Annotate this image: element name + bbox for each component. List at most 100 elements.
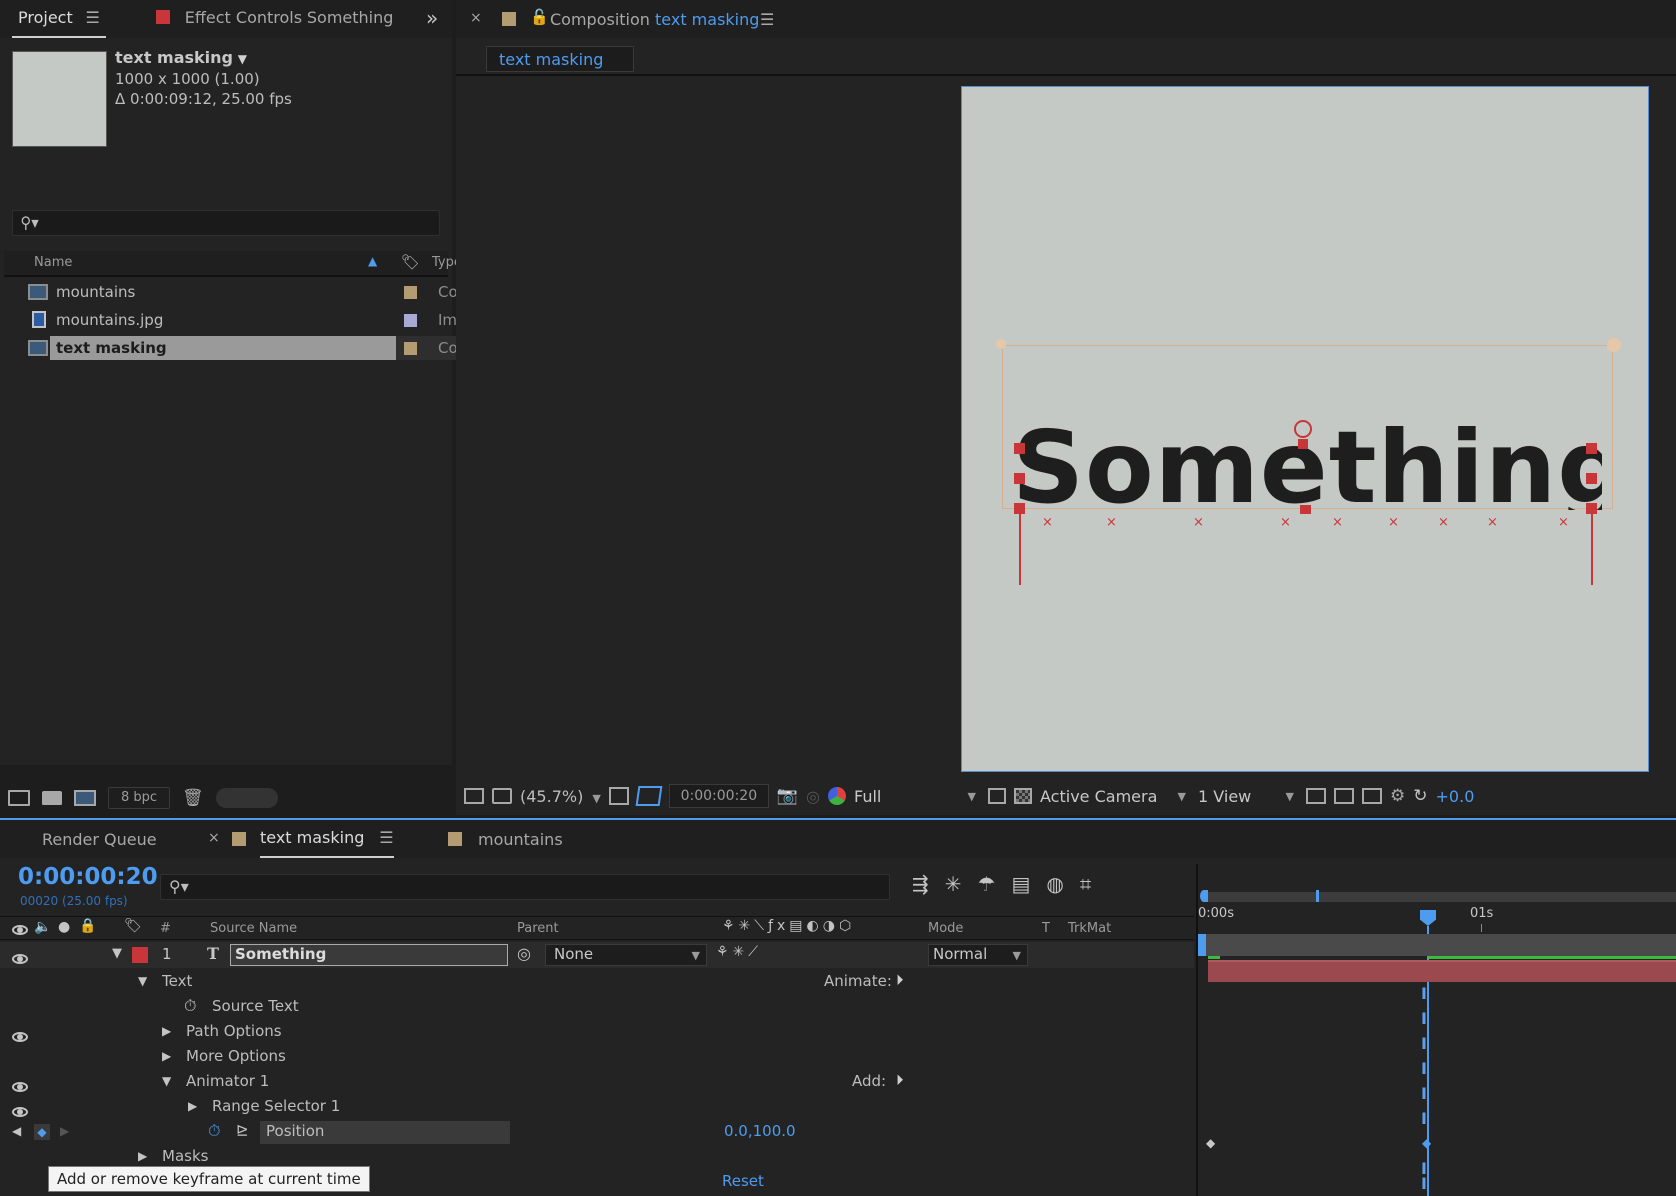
layer-handle[interactable] <box>1300 505 1311 514</box>
property-row-source-text[interactable]: ⏱ Source Text <box>0 995 1194 1020</box>
next-keyframe-icon[interactable]: ▶ <box>60 1124 69 1138</box>
layer-handle[interactable] <box>1014 443 1025 454</box>
item-label-color[interactable] <box>404 342 417 355</box>
pick-whip-icon[interactable]: ◎ <box>517 944 531 963</box>
expand-icon[interactable]: ▼ <box>138 974 147 988</box>
visibility-toggle-icon[interactable] <box>12 1032 28 1042</box>
property-row-text[interactable]: ▼ Text Animate: ⏵ <box>0 970 1194 995</box>
new-folder-icon[interactable] <box>42 791 62 805</box>
sort-ascending-icon[interactable]: ▲ <box>368 254 377 268</box>
layer-handle[interactable] <box>1586 473 1597 484</box>
comp-panel-menu-icon[interactable]: ☰ <box>760 10 774 29</box>
add-keyframe-icon[interactable]: ◆ <box>34 1124 50 1140</box>
layer-handle[interactable] <box>1014 473 1025 484</box>
graph-icon[interactable]: ⊵ <box>236 1121 249 1139</box>
timeline-search-input[interactable]: ⚲▾ <box>160 874 890 900</box>
comp-canvas[interactable]: Something × × × × × × × × × <box>961 86 1649 772</box>
layer-expand-icon[interactable]: ▼ <box>112 946 122 961</box>
navigator-start-handle[interactable] <box>1198 934 1206 956</box>
bbox-handle[interactable] <box>1607 338 1621 352</box>
draft-3d-icon[interactable]: ✳ <box>945 872 962 896</box>
show-snapshot-icon[interactable]: ◎ <box>806 787 820 806</box>
expand-icon[interactable]: ▶ <box>162 1049 171 1063</box>
tab-text-masking[interactable]: text masking ☰ <box>260 828 394 858</box>
col-trkmat[interactable]: TrkMat <box>1068 921 1111 936</box>
safe-zones-icon[interactable] <box>608 787 629 805</box>
time-navigator[interactable] <box>1202 934 1676 956</box>
reset-exposure-icon[interactable]: ↻ <box>1413 786 1427 806</box>
bpc-button[interactable]: 8 bpc <box>108 787 170 809</box>
fast-previews-icon[interactable] <box>1334 788 1355 804</box>
property-row-animator[interactable]: ▼ Animator 1 Add: ⏵ <box>0 1070 1194 1095</box>
trash-icon[interactable]: 🗑 <box>182 788 204 808</box>
layer-handle[interactable] <box>1298 439 1308 449</box>
layer-switches[interactable]: ⚘✳⟋ <box>716 944 762 960</box>
panel-overflow-icon[interactable]: » <box>426 6 438 30</box>
current-time[interactable]: 0:00:00:20 <box>18 864 158 890</box>
project-search-input[interactable]: ⚲▾ <box>12 210 440 236</box>
toggle-pixel-aspect-icon[interactable] <box>1306 788 1327 804</box>
new-composition-icon[interactable] <box>74 790 96 806</box>
property-row-range-selector[interactable]: ▶ Range Selector 1 <box>0 1095 1194 1120</box>
col-parent[interactable]: Parent <box>517 921 559 936</box>
close-tab-icon[interactable]: × <box>208 830 220 846</box>
mask-visibility-icon[interactable] <box>635 786 663 806</box>
label-tag-icon[interactable]: 🏷 <box>401 253 420 271</box>
timeline-menu-icon[interactable]: ☰ <box>379 828 393 847</box>
tab-mountains[interactable]: mountains <box>478 830 563 849</box>
item-title-dropdown-icon[interactable]: ▼ <box>238 52 247 66</box>
item-title[interactable]: text masking <box>115 48 233 67</box>
resolution-dropdown[interactable]: Full ▼ <box>854 787 980 806</box>
expand-icon[interactable]: ▶ <box>162 1024 171 1038</box>
audio-icon[interactable]: 🔈 <box>34 919 51 935</box>
timeline-icon[interactable] <box>1362 788 1383 804</box>
bbox-handle[interactable] <box>996 339 1006 349</box>
monitor-icon[interactable] <box>492 788 512 804</box>
lock-icon[interactable]: 🔒 <box>79 918 96 934</box>
tab-project[interactable]: Project ☰ <box>12 8 106 38</box>
tab-render-queue[interactable]: Render Queue <box>42 830 157 849</box>
visibility-toggle-icon[interactable] <box>12 954 28 964</box>
breadcrumb[interactable]: text masking <box>486 46 634 72</box>
list-item[interactable]: text masking Co <box>4 334 458 362</box>
work-area-bar[interactable] <box>1202 892 1676 902</box>
current-time-display[interactable]: 0:00:00:20 <box>668 784 769 808</box>
playhead-handle[interactable] <box>1420 910 1436 926</box>
property-row-position[interactable]: ◀ ◆ ▶ ⏱ ⊵ Position 0.0,100.0 <box>0 1120 1194 1145</box>
always-preview-icon[interactable] <box>464 788 484 804</box>
col-mode[interactable]: Mode <box>928 921 963 936</box>
solo-icon[interactable]: ● <box>58 919 70 935</box>
layer-duration-bar[interactable] <box>1208 960 1676 982</box>
item-label-color[interactable] <box>404 314 417 327</box>
comp-viewer[interactable]: Something × × × × × × × × × <box>456 78 1676 772</box>
comp-flowchart-icon[interactable]: ⇶ <box>912 872 929 896</box>
parent-dropdown[interactable]: None ▼ <box>545 944 707 966</box>
channel-icon[interactable] <box>828 787 847 805</box>
anchor-point-icon[interactable] <box>1294 420 1312 438</box>
keyframe-diamond[interactable]: ◆ <box>1206 1136 1215 1150</box>
reset-link[interactable]: Reset <box>722 1172 764 1190</box>
list-item[interactable]: mountains.jpg Im <box>4 306 457 334</box>
stopwatch-icon[interactable]: ⏱ <box>184 996 196 1016</box>
video-visibility-icon[interactable] <box>12 925 28 935</box>
expand-icon[interactable]: ▶ <box>138 1149 147 1163</box>
layer-label-color[interactable] <box>132 947 148 963</box>
project-panel-menu-icon[interactable]: ☰ <box>86 8 100 27</box>
visibility-toggle-icon[interactable] <box>12 1082 28 1092</box>
add-menu-icon[interactable]: ⏵ <box>896 1071 904 1089</box>
visibility-toggle-icon[interactable] <box>12 1107 28 1117</box>
timeline-graph[interactable]: 0:00s 01s I I I I I I I I ◆ ◆ <box>1196 864 1676 1196</box>
frame-blending-icon[interactable]: ▤ <box>1011 872 1030 896</box>
snapshot-icon[interactable]: 📷 <box>777 786 798 806</box>
position-value[interactable]: 0.0,100.0 <box>724 1122 796 1140</box>
transparency-grid-icon[interactable] <box>1014 788 1033 804</box>
tab-effect-controls[interactable]: Effect Controls Something <box>156 8 393 27</box>
keyframe-diamond[interactable]: ◆ <box>1422 1136 1431 1150</box>
flowchart-toggle[interactable] <box>215 788 278 808</box>
list-item[interactable]: mountains Co ⚙ <box>4 278 473 306</box>
property-row-more-options[interactable]: ▶ More Options <box>0 1045 1194 1070</box>
motion-blur-icon[interactable]: ◍ <box>1046 872 1063 896</box>
prev-keyframe-icon[interactable]: ◀ <box>12 1124 21 1138</box>
exposure-value[interactable]: +0.0 <box>1436 787 1475 806</box>
graph-editor-icon[interactable]: ⌗ <box>1080 872 1091 896</box>
